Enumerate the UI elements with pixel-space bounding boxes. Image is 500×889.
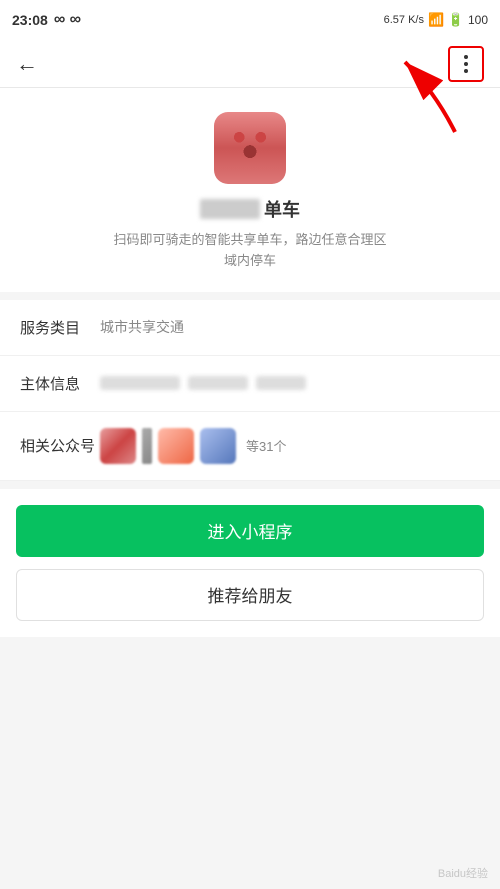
more-menu-button[interactable] [448, 46, 484, 82]
enter-miniapp-button[interactable]: 进入小程序 [16, 505, 484, 557]
nav-bar: ← [0, 40, 500, 88]
signal-icons: 📶 🔋 [428, 12, 464, 28]
org-blur-3 [256, 376, 306, 390]
related-avatar-1 [100, 428, 136, 464]
status-icons: 6.57 K/s 📶 🔋 100 [384, 12, 488, 28]
watermark: Baidu经验 [438, 865, 488, 881]
org-value [100, 376, 480, 390]
profile-section: 单车 扫码即可骑走的智能共享单车，路边任意合理区域内停车 [0, 88, 500, 300]
org-label: 主体信息 [20, 373, 100, 394]
more-dot-1 [464, 55, 468, 59]
related-avatar-4 [200, 428, 236, 464]
related-accounts-row: 相关公众号 等31个 [0, 412, 500, 481]
org-blur-2 [188, 376, 248, 390]
buttons-section: 进入小程序 推荐给朋友 [0, 489, 500, 637]
org-info-row: 主体信息 [0, 356, 500, 412]
avatar [214, 112, 286, 184]
more-dot-3 [464, 69, 468, 73]
service-label: 服务类目 [20, 317, 100, 338]
recommend-label: 推荐给朋友 [208, 582, 293, 607]
infinity-icon: ∞ ∞ [54, 11, 81, 29]
related-avatar-2 [142, 428, 152, 464]
related-value: 等31个 [100, 428, 480, 464]
account-description: 扫码即可骑走的智能共享单车，路边任意合理区域内停车 [110, 230, 390, 272]
network-speed: 6.57 K/s [384, 14, 424, 26]
enter-miniapp-label: 进入小程序 [208, 518, 293, 543]
avatar-image [214, 112, 286, 184]
more-dot-2 [464, 62, 468, 66]
back-button[interactable]: ← [16, 53, 38, 75]
info-section: 服务类目 城市共享交通 主体信息 相关公众号 [0, 300, 500, 481]
related-count: 等31个 [246, 436, 286, 455]
name-blur-block [200, 199, 260, 219]
service-category-row: 服务类目 城市共享交通 [0, 300, 500, 356]
status-time: 23:08 ∞ ∞ [12, 11, 81, 29]
status-bar: 23:08 ∞ ∞ 6.57 K/s 📶 🔋 100 [0, 0, 500, 40]
account-name: 单车 [200, 196, 300, 222]
section-divider [0, 481, 500, 489]
service-value: 城市共享交通 [100, 317, 480, 337]
related-label: 相关公众号 [20, 435, 100, 456]
recommend-button[interactable]: 推荐给朋友 [16, 569, 484, 621]
name-suffix: 单车 [264, 196, 300, 222]
org-blur-1 [100, 376, 180, 390]
time-display: 23:08 [12, 12, 48, 28]
battery-level: 100 [468, 13, 488, 27]
related-avatar-3 [158, 428, 194, 464]
